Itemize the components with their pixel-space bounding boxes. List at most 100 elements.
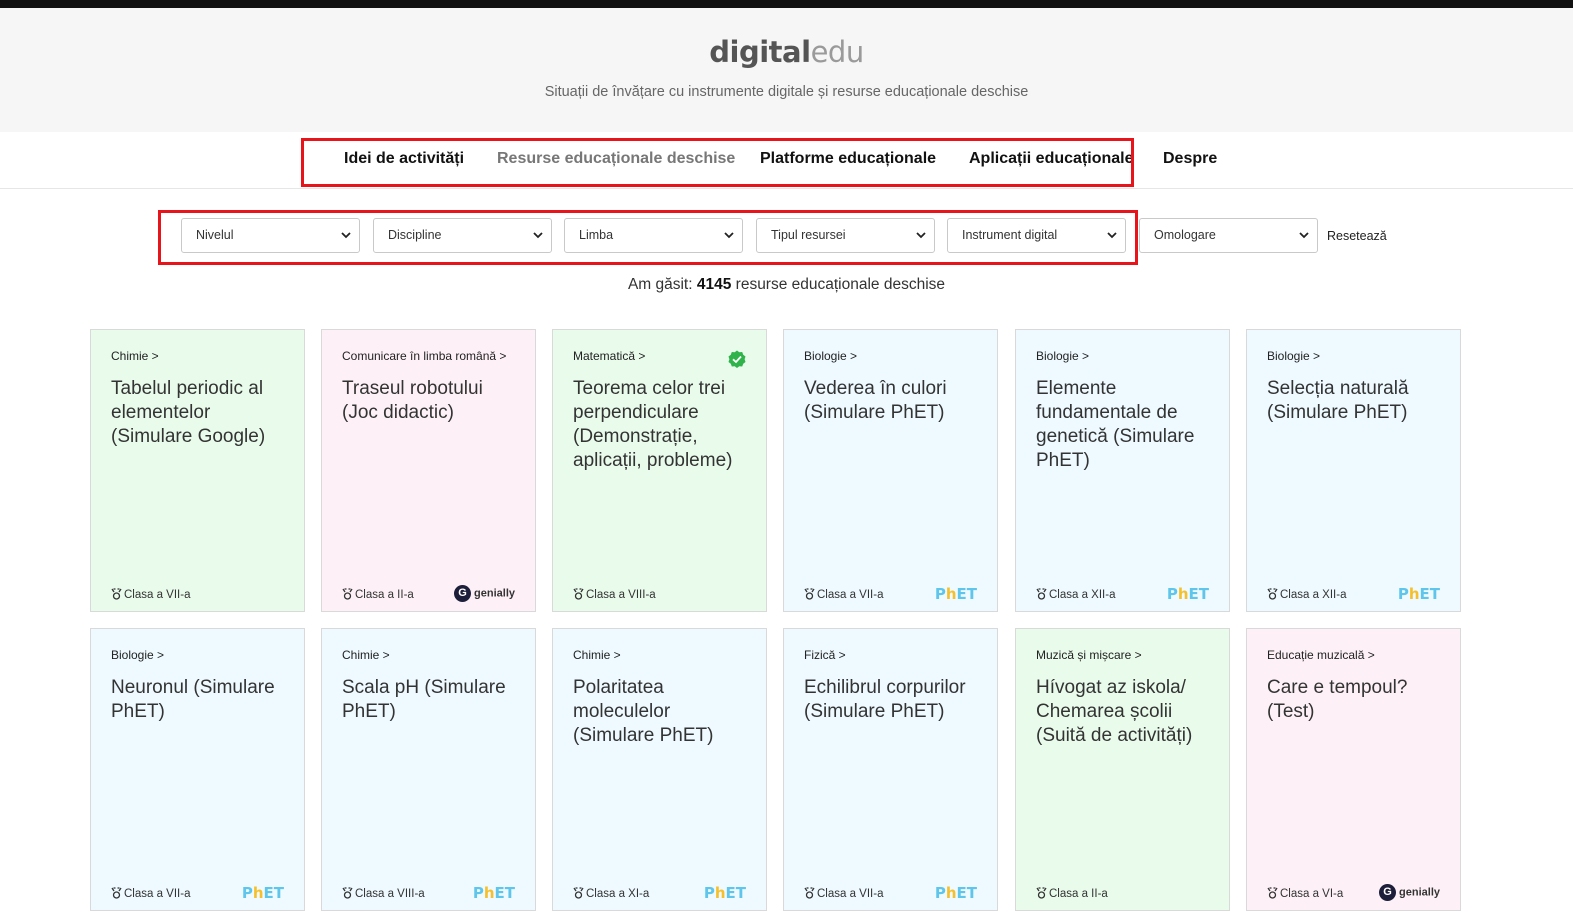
resource-card[interactable]: Educație muzicală > Care e tempoul? (Tes… (1246, 628, 1461, 911)
resource-card[interactable]: Biologie > Neuronul (Simulare PhET) Clas… (90, 628, 305, 911)
chevron-down-icon (1299, 232, 1309, 239)
logo-bold-text: digital (709, 35, 811, 69)
card-title[interactable]: Scala pH (Simulare PhET) (342, 676, 519, 724)
genially-logo: Ggenially (454, 585, 515, 602)
genially-icon: G (1379, 884, 1397, 901)
filter-discipline-value: Discipline (388, 228, 442, 242)
resource-card[interactable]: Comunicare în limba română > Traseul rob… (321, 329, 536, 612)
card-title[interactable]: Tabelul periodic al elementelor (Simular… (111, 377, 288, 449)
nav-activity-ideas[interactable]: Idei de activități (344, 150, 464, 168)
card-grade-label: Clasa a VIII-a (355, 888, 425, 900)
nav-open-resources[interactable]: Resurse educaționale deschise (497, 150, 735, 168)
card-category[interactable]: Biologie > (804, 349, 857, 363)
resource-card[interactable]: Muzică și mișcare > Hívogat az iskola/ C… (1015, 628, 1230, 911)
card-grade-label: Clasa a VII-a (817, 589, 884, 601)
card-category[interactable]: Educație muzicală > (1267, 648, 1375, 662)
chevron-down-icon (1107, 232, 1117, 239)
card-category[interactable]: Biologie > (1036, 349, 1089, 363)
chevron-down-icon (341, 232, 351, 239)
filter-language-value: Limba (579, 228, 614, 242)
site-logo[interactable]: digitaledu (0, 35, 1573, 69)
reset-filters-link[interactable]: Resetează (1327, 229, 1387, 243)
graduation-icon (573, 887, 584, 899)
card-title[interactable]: Echilibrul corpurilor (Simulare PhET) (804, 676, 981, 724)
resource-card[interactable]: Biologie > Selecția naturală (Simulare P… (1246, 329, 1461, 612)
card-title[interactable]: Neuronul (Simulare PhET) (111, 676, 288, 724)
card-grade: Clasa a XI-a (573, 887, 649, 900)
card-title[interactable]: Care e tempoul? (Test) (1267, 676, 1444, 724)
card-category[interactable]: Muzică și mișcare > (1036, 648, 1142, 662)
nav-edu-apps[interactable]: Aplicații educaționale (969, 150, 1133, 168)
logo-light-text: edu (810, 35, 865, 69)
card-category[interactable]: Chimie > (573, 648, 621, 662)
resource-card[interactable]: Chimie > Polaritatea moleculelor (Simula… (552, 628, 767, 911)
card-grade-label: Clasa a VII-a (124, 888, 191, 900)
filter-discipline[interactable]: Discipline (373, 218, 552, 253)
resource-card[interactable]: Biologie > Vederea în culori (Simulare P… (783, 329, 998, 612)
filter-resource-type[interactable]: Tipul resursei (756, 218, 935, 253)
graduation-icon (804, 588, 815, 600)
nav-edu-platforms[interactable]: Platforme educaționale (760, 150, 936, 168)
results-count: Am găsit: 4145 resurse educaționale desc… (0, 276, 1573, 294)
graduation-icon (1267, 887, 1278, 899)
card-category[interactable]: Matematică > (573, 349, 645, 363)
phet-logo: PhET (703, 884, 746, 902)
card-grade-label: Clasa a VI-a (1280, 888, 1344, 900)
card-category[interactable]: Chimie > (111, 349, 159, 363)
card-grade: Clasa a VII-a (111, 588, 190, 601)
card-grade-label: Clasa a II-a (1049, 888, 1108, 900)
card-title[interactable]: Vederea în culori (Simulare PhET) (804, 377, 981, 425)
top-border (0, 0, 1573, 8)
genially-icon: G (454, 585, 472, 602)
phet-logo: PhET (241, 884, 284, 902)
verified-check-icon (728, 350, 746, 368)
graduation-icon (1036, 887, 1047, 899)
nav-about[interactable]: Despre (1163, 150, 1217, 168)
card-category[interactable]: Biologie > (1267, 349, 1320, 363)
card-grade: Clasa a XII-a (1036, 588, 1115, 601)
graduation-icon (111, 588, 122, 600)
filter-level[interactable]: Nivelul (181, 218, 360, 253)
card-title[interactable]: Teorema celor trei perpendiculare (Demon… (573, 377, 750, 473)
resource-card[interactable]: Fizică > Echilibrul corpurilor (Simulare… (783, 628, 998, 911)
filter-level-value: Nivelul (196, 228, 234, 242)
resource-card[interactable]: Chimie > Scala pH (Simulare PhET) Clasa … (321, 628, 536, 911)
card-grade-label: Clasa a XI-a (586, 888, 650, 900)
card-category[interactable]: Biologie > (111, 648, 164, 662)
chevron-down-icon (724, 232, 734, 239)
site-header: digitaledu Situații de învățare cu instr… (0, 8, 1573, 132)
card-title[interactable]: Selecția naturală (Simulare PhET) (1267, 377, 1444, 425)
graduation-icon (342, 588, 353, 600)
card-title[interactable]: Elemente fundamentale de genetică (Simul… (1036, 377, 1213, 473)
filter-resource-type-value: Tipul resursei (771, 228, 846, 242)
phet-logo: PhET (934, 585, 977, 603)
card-title[interactable]: Hívogat az iskola/ Chemarea școlii (Suit… (1036, 676, 1213, 748)
resource-card[interactable]: Chimie > Tabelul periodic al elementelor… (90, 329, 305, 612)
chevron-down-icon (916, 232, 926, 239)
card-grade: Clasa a VIII-a (573, 588, 656, 601)
resource-card[interactable]: Matematică > Teorema celor trei perpendi… (552, 329, 767, 612)
filter-approval-value: Omologare (1154, 228, 1216, 242)
card-category[interactable]: Comunicare în limba română > (342, 349, 506, 363)
graduation-icon (1267, 588, 1278, 600)
results-prefix: Am găsit: (627, 276, 693, 293)
card-grade: Clasa a XII-a (1267, 588, 1346, 601)
results-number: 4145 (696, 276, 732, 293)
graduation-icon (804, 887, 815, 899)
card-category[interactable]: Chimie > (342, 648, 390, 662)
card-grade: Clasa a II-a (342, 588, 414, 601)
card-title[interactable]: Traseul robotului (Joc didactic) (342, 377, 519, 425)
phet-logo: PhET (1397, 585, 1440, 603)
card-grade-label: Clasa a VII-a (124, 589, 191, 601)
results-suffix: resurse educaționale deschise (735, 276, 946, 293)
graduation-icon (111, 887, 122, 899)
card-category[interactable]: Fizică > (804, 648, 846, 662)
card-title[interactable]: Polaritatea moleculelor (Simulare PhET) (573, 676, 750, 748)
filter-language[interactable]: Limba (564, 218, 743, 253)
card-grade-label: Clasa a XII-a (1049, 589, 1116, 601)
filter-approval[interactable]: Omologare (1139, 218, 1318, 253)
resource-card[interactable]: Biologie > Elemente fundamentale de gene… (1015, 329, 1230, 612)
graduation-icon (1036, 588, 1047, 600)
filter-digital-tool[interactable]: Instrument digital (947, 218, 1126, 253)
genially-logo: Ggenially (1379, 884, 1440, 901)
